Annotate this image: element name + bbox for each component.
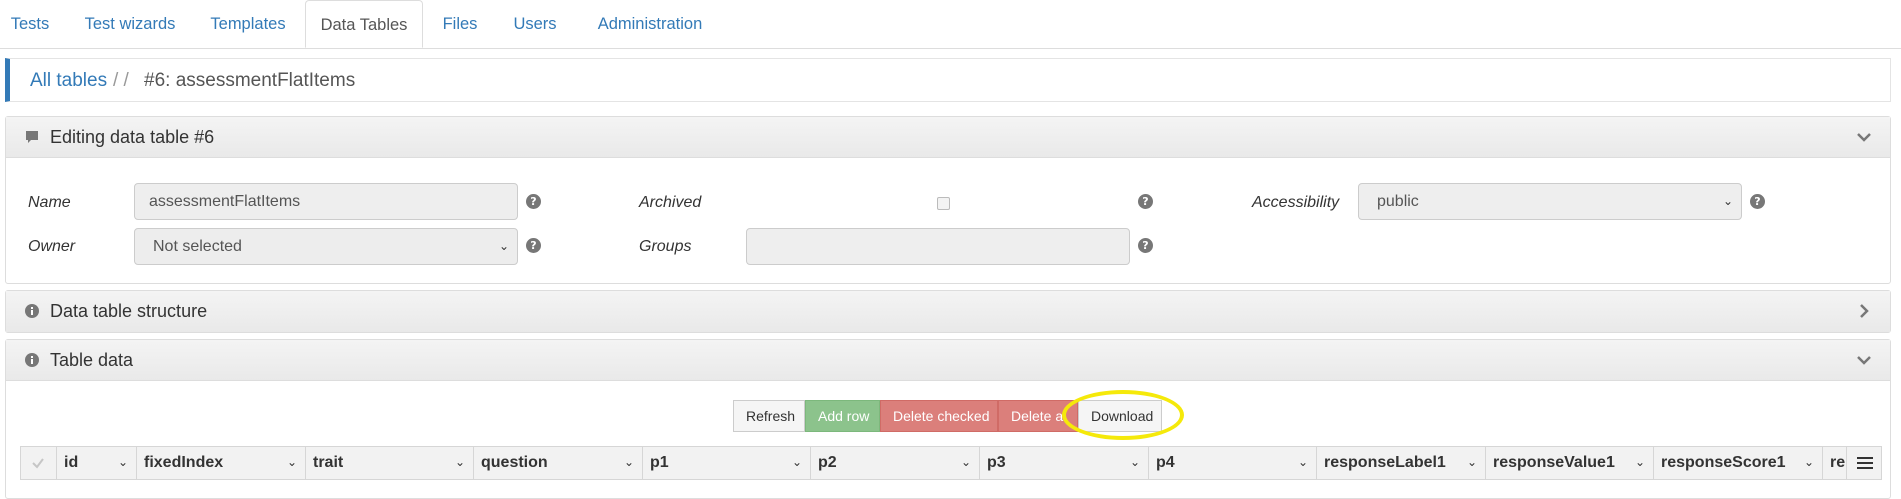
breadcrumb-separator: / /	[113, 70, 129, 91]
chevron-down-icon: ⌄	[623, 455, 634, 469]
menu-icon	[1857, 457, 1873, 469]
chevron-down-icon[interactable]	[1856, 352, 1872, 368]
chevron-down-icon: ⌄	[1634, 455, 1645, 469]
check-icon	[32, 458, 44, 469]
chevron-down-icon: ⌄	[1466, 455, 1477, 469]
archived-label: Archived	[639, 194, 702, 211]
name-label: Name	[28, 194, 71, 211]
name-field[interactable]: assessmentFlatItems	[134, 183, 518, 220]
column-header[interactable]: p4 ⌄	[1149, 447, 1317, 479]
name-help-icon[interactable]: ?	[526, 194, 541, 209]
owner-select[interactable]: Not selected ⌄	[134, 228, 518, 265]
archived-checkbox[interactable]	[937, 197, 950, 210]
chevron-right-icon[interactable]	[1856, 303, 1872, 319]
accessibility-label: Accessibility	[1252, 194, 1340, 211]
delete-all-button[interactable]: Delete a	[998, 400, 1078, 432]
structure-panel: Data table structure	[5, 290, 1891, 333]
chevron-down-icon: ⌄	[960, 455, 971, 469]
grid-header: id ⌄ fixedIndex ⌄ trait ⌄ question ⌄ p1 ⌄ p2 ⌄…	[20, 446, 1882, 480]
column-header[interactable]: responseLabel1 ⌄	[1317, 447, 1486, 479]
structure-panel-header[interactable]: Data table structure	[6, 291, 1890, 332]
chevron-down-icon: ⌄	[1297, 455, 1308, 469]
editing-panel-header[interactable]: Editing data table #6	[6, 117, 1890, 158]
tab-data-tables[interactable]: Data Tables	[305, 0, 423, 48]
owner-help-icon[interactable]: ?	[526, 238, 541, 253]
column-header[interactable]: question ⌄	[474, 447, 643, 479]
chevron-down-icon: ⌄	[1722, 194, 1733, 208]
delete-checked-button[interactable]: Delete checked	[880, 400, 998, 432]
tab-users[interactable]: Users	[500, 0, 570, 48]
chevron-down-icon: ⌄	[1803, 455, 1814, 469]
column-header[interactable]: p1 ⌄	[643, 447, 811, 479]
editing-panel: Editing data table #6 Name assessmentFla…	[5, 116, 1891, 284]
chevron-down-icon: ⌄	[791, 455, 802, 469]
column-header[interactable]: responseValue1 ⌄	[1486, 447, 1654, 479]
column-header[interactable]: responseScore1 ⌄	[1654, 447, 1823, 479]
download-button[interactable]: Download	[1078, 400, 1162, 432]
comment-icon	[26, 131, 38, 143]
tab-tests[interactable]: Tests	[0, 0, 60, 48]
breadcrumb-all-tables-link[interactable]: All tables	[30, 70, 107, 92]
tab-test-wizards[interactable]: Test wizards	[70, 0, 190, 48]
archived-help-icon[interactable]: ?	[1138, 194, 1153, 209]
refresh-button[interactable]: Refresh	[733, 400, 805, 432]
table-data-panel-title: Table data	[50, 350, 134, 370]
table-data-panel-header[interactable]: Table data	[6, 340, 1890, 381]
column-header[interactable]: re	[1823, 447, 1847, 479]
structure-panel-title: Data table structure	[50, 301, 208, 321]
info-icon	[25, 353, 39, 367]
accessibility-select[interactable]: public ⌄	[1358, 183, 1742, 220]
accessibility-help-icon[interactable]: ?	[1750, 194, 1765, 209]
nav-tabs: Tests Test wizards Templates Data Tables…	[0, 0, 1901, 49]
groups-label: Groups	[639, 238, 692, 255]
tab-files[interactable]: Files	[430, 0, 490, 48]
chevron-down-icon: ⌄	[286, 455, 297, 469]
select-all-checkbox[interactable]	[21, 447, 57, 479]
tab-administration[interactable]: Administration	[580, 0, 720, 48]
groups-field[interactable]	[746, 228, 1130, 265]
accessibility-select-value: public	[1377, 193, 1419, 210]
groups-help-icon[interactable]: ?	[1138, 238, 1153, 253]
owner-label: Owner	[28, 238, 76, 255]
chevron-down-icon: ⌄	[498, 239, 509, 253]
add-row-button[interactable]: Add row	[805, 400, 880, 432]
column-header[interactable]: p2 ⌄	[811, 447, 980, 479]
chevron-down-icon: ⌄	[454, 455, 465, 469]
info-icon	[25, 304, 39, 318]
breadcrumb-current: #6: assessmentFlatItems	[144, 70, 356, 91]
chevron-down-icon[interactable]	[1856, 129, 1872, 145]
owner-select-value: Not selected	[153, 238, 242, 255]
column-header[interactable]: trait ⌄	[306, 447, 474, 479]
chevron-down-icon: ⌄	[1129, 455, 1140, 469]
column-header[interactable]: id ⌄	[57, 447, 137, 479]
breadcrumb: All tables / / #6: assessmentFlatItems	[5, 58, 1891, 102]
column-header[interactable]: p3 ⌄	[980, 447, 1149, 479]
chevron-down-icon: ⌄	[117, 455, 128, 469]
column-header[interactable]: fixedIndex ⌄	[137, 447, 306, 479]
tab-templates[interactable]: Templates	[198, 0, 298, 48]
editing-panel-title: Editing data table #6	[50, 127, 215, 147]
grid-menu-button[interactable]	[1847, 447, 1881, 479]
